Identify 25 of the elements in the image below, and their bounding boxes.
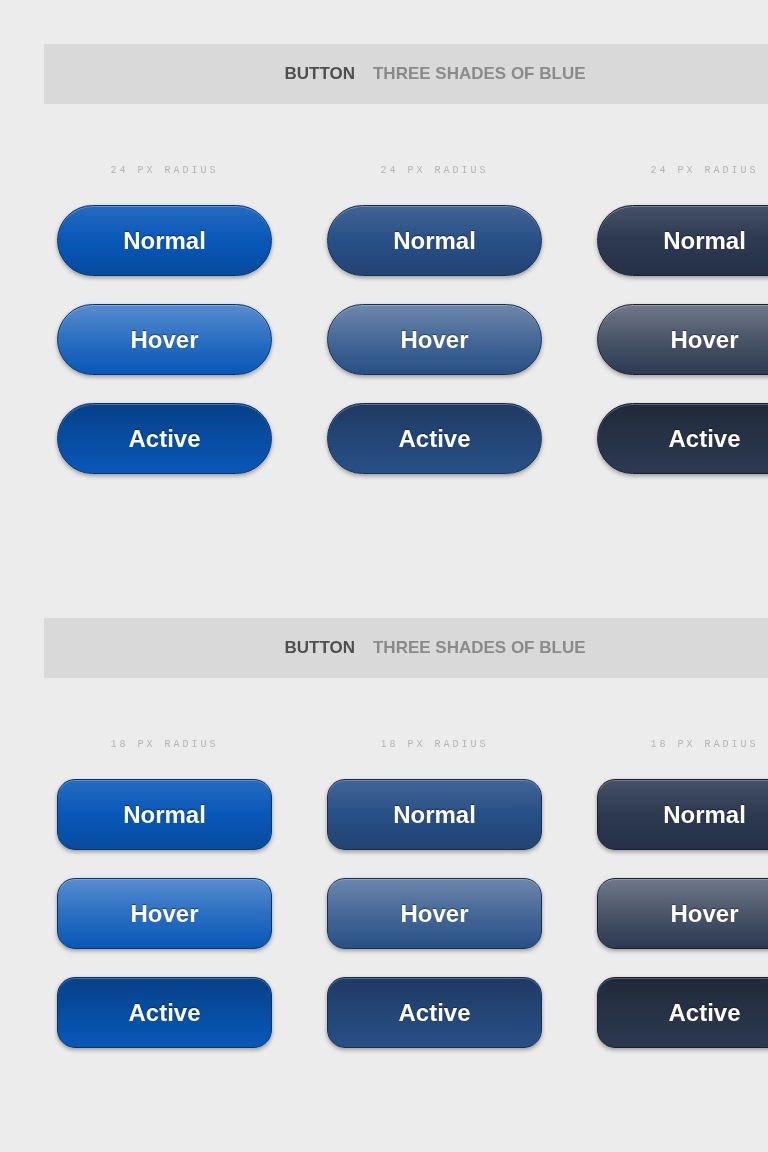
normal-button[interactable]: Normal (57, 779, 272, 850)
active-button[interactable]: Active (327, 403, 542, 474)
hover-button[interactable]: Hover (597, 878, 768, 949)
normal-button[interactable]: Normal (597, 205, 768, 276)
normal-button[interactable]: Normal (57, 205, 272, 276)
active-button[interactable]: Active (597, 977, 768, 1048)
active-button[interactable]: Active (597, 403, 768, 474)
heading-label: BUTTON (284, 637, 355, 660)
hover-button[interactable]: Hover (327, 878, 542, 949)
active-button[interactable]: Active (327, 977, 542, 1048)
radius-label: 24 PX RADIUS (650, 164, 759, 178)
radius-label: 24 PX RADIUS (110, 164, 219, 178)
active-button[interactable]: Active (57, 977, 272, 1048)
normal-button[interactable]: Normal (597, 779, 768, 850)
hover-button[interactable]: Hover (57, 304, 272, 375)
hover-button[interactable]: Hover (57, 878, 272, 949)
normal-button[interactable]: Normal (327, 779, 542, 850)
normal-button[interactable]: Normal (327, 205, 542, 276)
heading-title: THREE SHADES OF BLUE (373, 637, 586, 660)
radius-label: 24 PX RADIUS (380, 164, 489, 178)
heading-label: BUTTON (284, 63, 355, 86)
heading-title: THREE SHADES OF BLUE (373, 63, 586, 86)
active-button[interactable]: Active (57, 403, 272, 474)
hover-button[interactable]: Hover (597, 304, 768, 375)
hover-button[interactable]: Hover (327, 304, 542, 375)
